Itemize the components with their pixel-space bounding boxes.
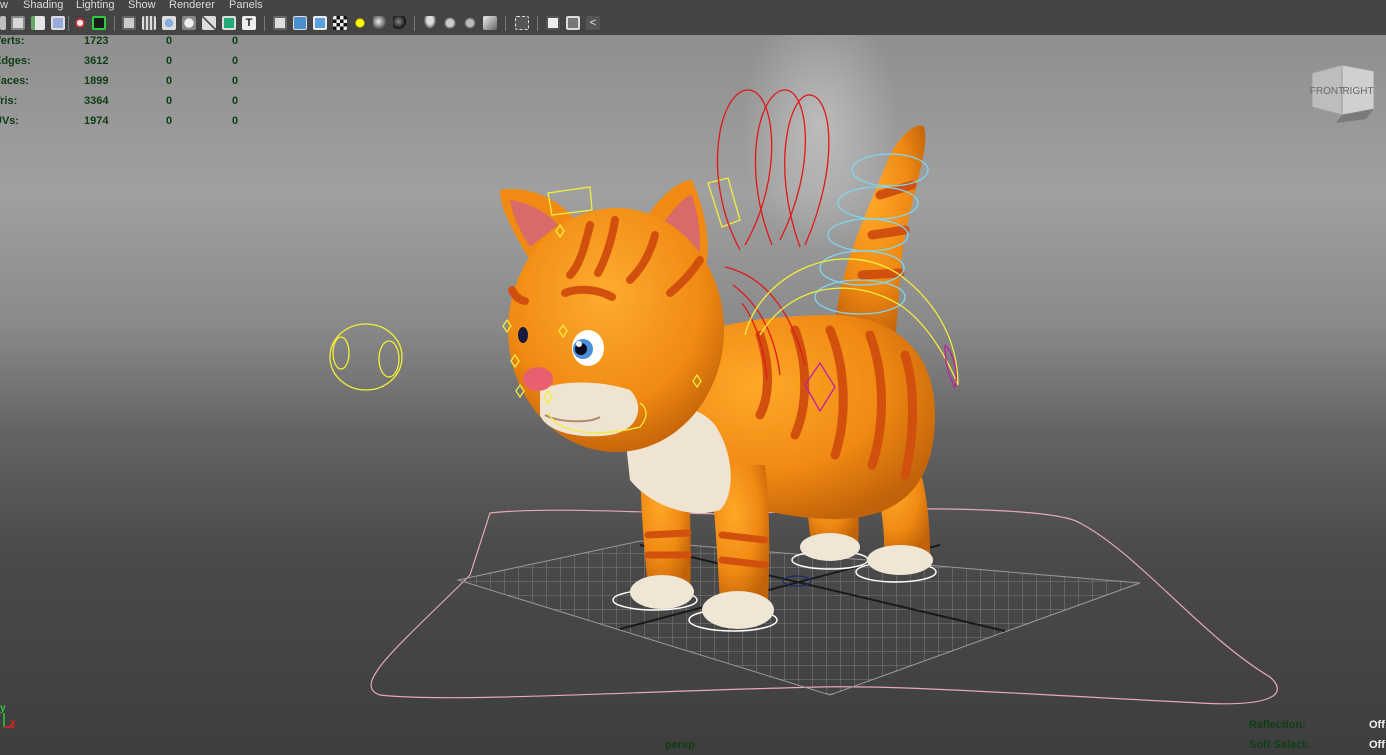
textured-icon[interactable] — [333, 16, 347, 30]
hud-label: UVs: — [0, 115, 20, 127]
view-cube-right[interactable]: RIGHT — [1342, 86, 1373, 97]
camera-name: persp — [665, 739, 695, 751]
wireframe-on-shaded-icon[interactable] — [313, 16, 327, 30]
hud-value: 0 — [166, 35, 173, 47]
menu-shading[interactable]: Shading — [23, 0, 63, 11]
soft-select-label: Soft Select: — [1249, 739, 1310, 751]
pelvis-control — [944, 344, 957, 389]
ground-grid — [456, 540, 1141, 696]
menu-lighting[interactable]: Lighting — [76, 0, 115, 11]
screen-space-ao-icon[interactable] — [393, 16, 407, 30]
xray-joints-icon[interactable] — [546, 16, 560, 30]
hud-value: 1899 — [84, 75, 109, 87]
shadows-icon[interactable] — [373, 16, 387, 30]
hud-value: 0 — [232, 95, 239, 107]
hud-value: 1974 — [84, 115, 109, 127]
panel-toolbar: T < — [0, 12, 1386, 36]
film-gate-icon[interactable] — [142, 16, 156, 30]
view-cube[interactable]: FRONT RIGHT — [1306, 61, 1380, 123]
hud-value: 0 — [166, 55, 173, 67]
axis-x-label: x — [10, 718, 16, 729]
hud-value: 0 — [232, 115, 239, 127]
scene-canvas — [329, 89, 1278, 705]
hud-reflection: Reflection: Off — [1249, 719, 1385, 733]
cat-paw-br — [867, 545, 933, 575]
hud-value: 0 — [232, 35, 239, 47]
hud-label: Verts: — [0, 35, 25, 47]
motion-blur-icon[interactable] — [423, 16, 437, 30]
hud-soft-select: Soft Select: Off — [1249, 739, 1385, 753]
hud-row-uvs: UVs: 1974 0 0 — [0, 115, 260, 135]
xray-icon[interactable] — [515, 16, 529, 30]
cat-nose — [523, 367, 553, 391]
field-chart-icon[interactable] — [202, 16, 216, 30]
hud-value: 3612 — [84, 55, 109, 67]
grease-pencil-icon[interactable] — [92, 16, 106, 30]
cat-paw-bl — [800, 533, 860, 561]
2d-pan-zoom-icon[interactable] — [73, 16, 87, 30]
hud-value: 3364 — [84, 95, 109, 107]
anti-aliasing-icon[interactable] — [443, 16, 457, 30]
hud-value: 0 — [232, 55, 239, 67]
view-cube-front[interactable]: FRONT — [1310, 86, 1344, 97]
hud-label: Edges: — [0, 55, 31, 67]
hud-row-verts: Verts: 1723 0 0 — [0, 35, 260, 55]
resolution-gate-icon[interactable] — [162, 16, 176, 30]
hud-value: 0 — [166, 95, 173, 107]
hud-label: Faces: — [0, 75, 29, 87]
hud-row-edges: Edges: 3612 0 0 — [0, 55, 260, 75]
bookmark-icon[interactable] — [31, 16, 45, 30]
axis-y-label: y — [0, 703, 6, 714]
hud-value: 0 — [166, 115, 173, 127]
menu-view[interactable]: w — [0, 0, 8, 11]
cat-eye-far — [518, 327, 528, 343]
hud-value: 0 — [232, 75, 239, 87]
gate-mask-icon[interactable] — [182, 16, 196, 30]
menu-renderer[interactable]: Renderer — [169, 0, 215, 11]
smooth-shade-icon[interactable] — [293, 16, 307, 30]
hud-value: 1723 — [84, 35, 109, 47]
axis-indicator: y x — [0, 703, 16, 729]
hud-row-tris: Tris: 3364 0 0 — [0, 95, 260, 115]
xray-active-components-icon[interactable] — [566, 16, 580, 30]
reflection-label: Reflection: — [1249, 719, 1306, 731]
reflection-value: Off — [1369, 719, 1385, 731]
select-camera-icon[interactable] — [0, 16, 6, 30]
hud-label: Tris: — [0, 95, 18, 107]
camera-attributes-icon[interactable] — [11, 16, 25, 30]
menu-panels[interactable]: Panels — [229, 0, 263, 11]
safe-action-icon[interactable] — [222, 16, 236, 30]
safe-title-icon[interactable]: T — [242, 16, 256, 30]
panel-menubar: w Shading Lighting Show Renderer Panels — [0, 0, 1386, 12]
depth-of-field-icon[interactable] — [463, 16, 477, 30]
hud-value: 0 — [166, 75, 173, 87]
cat-paw-fl — [630, 575, 694, 609]
grid-icon[interactable] — [122, 16, 136, 30]
wireframe-icon[interactable] — [273, 16, 287, 30]
image-plane-icon[interactable] — [51, 16, 65, 30]
share-icon[interactable]: < — [586, 16, 600, 30]
isolate-select-icon[interactable] — [483, 16, 497, 30]
hud-row-faces: Faces: 1899 0 0 — [0, 75, 260, 95]
cat-paw-fr — [702, 591, 774, 629]
menu-show[interactable]: Show — [128, 0, 156, 11]
cat-muzzle — [540, 382, 639, 437]
viewport-persp[interactable]: Verts: 1723 0 0 Edges: 3612 0 0 Faces: 1… — [0, 35, 1386, 755]
eye-look-control — [329, 323, 403, 391]
use-all-lights-icon[interactable] — [353, 16, 367, 30]
soft-select-value: Off — [1369, 739, 1385, 751]
